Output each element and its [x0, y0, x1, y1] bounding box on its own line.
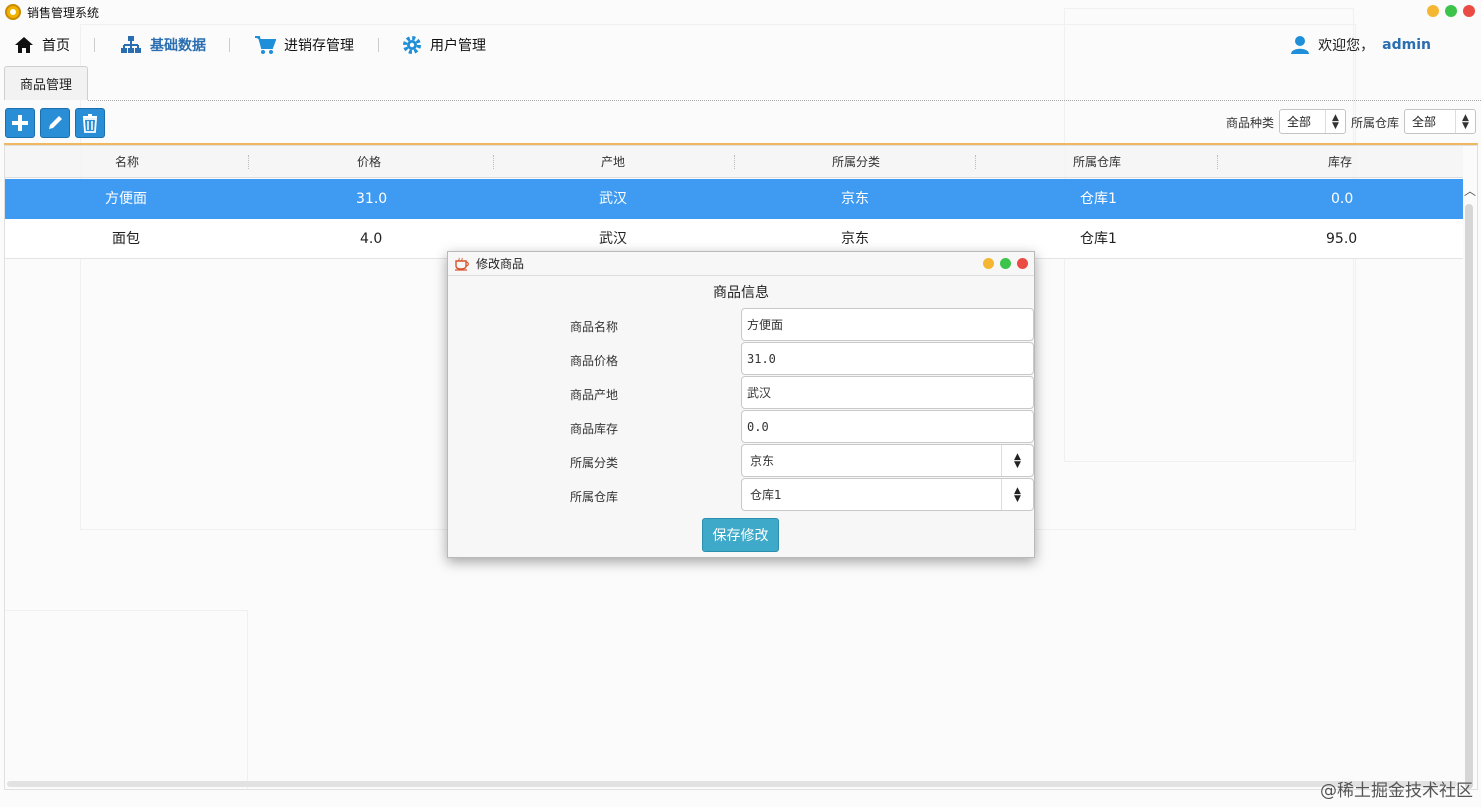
window-controls	[1427, 5, 1475, 17]
column-separator	[1217, 155, 1218, 169]
menu-separator	[94, 38, 95, 52]
select-arrows-icon: ▲ ▼	[1001, 479, 1033, 510]
category-select-value: 京东	[750, 454, 775, 468]
save-changes-button[interactable]: 保存修改	[702, 518, 779, 552]
product-origin-label: 商品产地	[570, 388, 619, 402]
cell-origin: 武汉	[599, 191, 627, 207]
edit-product-dialog: 修改商品 商品信息 商品名称 方便面 商品价格 31.0 商品产地 武汉 商品库…	[447, 251, 1035, 558]
scroll-up-icon[interactable]: ︿	[1464, 182, 1476, 199]
column-separator	[734, 155, 735, 169]
warehouse-select-label: 所属仓库	[570, 490, 619, 504]
coffee-cup-icon	[455, 257, 469, 271]
watermark: @稀土掘金技术社区	[1320, 781, 1473, 801]
vertical-scrollbar[interactable]: ︿	[1461, 178, 1477, 789]
product-price-label: 商品价格	[570, 354, 619, 368]
column-separator	[975, 155, 976, 169]
category-select-label: 所属分类	[570, 456, 619, 470]
cell-stock: 95.0	[1326, 231, 1358, 247]
category-filter-select[interactable]: 全部 ▲ ▼	[1279, 109, 1346, 134]
warehouse-select-value: 仓库1	[750, 488, 782, 502]
warehouse-filter-value: 全部	[1412, 115, 1437, 129]
title-bar: 销售管理系统	[0, 0, 1481, 24]
tab-divider	[88, 100, 1481, 101]
trash-icon	[83, 114, 97, 133]
select-arrows-icon: ▲ ▼	[1455, 110, 1475, 133]
home-icon	[15, 37, 33, 53]
column-header-name[interactable]: 名称	[115, 146, 139, 178]
menu-item-inventory[interactable]: 进销存管理	[254, 28, 354, 62]
cell-category: 京东	[841, 191, 869, 207]
scrollbar-thumb[interactable]	[7, 781, 1457, 787]
menu-separator	[229, 38, 230, 52]
product-stock-label: 商品库存	[570, 422, 619, 436]
dialog-maximize-button[interactable]	[1000, 258, 1011, 269]
menu-bar: 首页 基础数据 进销存管理 用户管理 欢迎您， admin	[0, 28, 1481, 62]
select-arrows-icon: ▲ ▼	[1001, 445, 1033, 476]
category-filter-value: 全部	[1287, 115, 1312, 129]
warehouse-select[interactable]: 仓库1 ▲ ▼	[741, 478, 1034, 511]
app-logo-icon	[5, 4, 21, 20]
welcome-area: 欢迎您， admin	[1290, 35, 1431, 55]
user-icon	[1291, 36, 1310, 54]
cell-warehouse: 仓库1	[1080, 191, 1117, 207]
menu-item-label: 首页	[42, 38, 70, 54]
tab-label: 商品管理	[19, 78, 72, 93]
delete-button[interactable]	[75, 108, 105, 138]
add-button[interactable]	[5, 108, 35, 138]
dialog-title: 修改商品	[476, 257, 525, 271]
plus-icon	[12, 115, 28, 131]
category-filter-label: 商品种类	[1226, 116, 1275, 130]
cell-name: 面包	[112, 231, 140, 247]
column-header-warehouse[interactable]: 所属仓库	[1073, 146, 1121, 178]
product-name-input[interactable]: 方便面	[741, 308, 1034, 341]
horizontal-scrollbar[interactable]	[5, 779, 1463, 789]
dialog-minimize-button[interactable]	[983, 258, 994, 269]
menu-item-base-data[interactable]: 基础数据	[120, 28, 206, 62]
scrollbar-thumb[interactable]	[1465, 204, 1473, 789]
table-row[interactable]: 方便面 31.0 武汉 京东 仓库1 0.0	[5, 179, 1463, 219]
menu-item-home[interactable]: 首页	[14, 28, 70, 62]
product-stock-input[interactable]: 0.0	[741, 410, 1034, 443]
minimize-button[interactable]	[1427, 5, 1439, 17]
dialog-heading: 商品信息	[713, 285, 769, 301]
column-header-price[interactable]: 价格	[357, 146, 381, 178]
warehouse-filter-select[interactable]: 全部 ▲ ▼	[1404, 109, 1476, 134]
dialog-window-controls	[983, 258, 1028, 269]
product-name-label: 商品名称	[570, 320, 619, 334]
menu-item-label: 用户管理	[430, 38, 486, 54]
edit-button[interactable]	[40, 108, 70, 138]
select-arrows-icon: ▲ ▼	[1325, 110, 1345, 133]
welcome-text: 欢迎您，	[1318, 38, 1375, 54]
product-price-input[interactable]: 31.0	[741, 342, 1034, 375]
column-header-origin[interactable]: 产地	[601, 146, 625, 178]
tab-product-management[interactable]: 商品管理	[4, 66, 88, 100]
cart-icon	[255, 36, 276, 54]
cell-price: 31.0	[356, 191, 388, 207]
column-separator	[493, 155, 494, 169]
warehouse-filter-label: 所属仓库	[1351, 116, 1400, 130]
product-origin-input[interactable]: 武汉	[741, 376, 1034, 409]
dialog-close-button[interactable]	[1017, 258, 1028, 269]
table-header: 名称 价格 产地 所属分类 所属仓库 库存	[5, 146, 1463, 178]
menu-item-users[interactable]: 用户管理	[402, 28, 486, 62]
cell-warehouse: 仓库1	[1080, 231, 1117, 247]
menu-item-label: 进销存管理	[284, 38, 354, 54]
app-title: 销售管理系统	[27, 5, 100, 20]
pencil-icon	[49, 116, 62, 129]
column-header-category[interactable]: 所属分类	[832, 146, 880, 178]
maximize-button[interactable]	[1445, 5, 1457, 17]
column-separator	[248, 155, 249, 169]
cell-name: 方便面	[105, 191, 147, 207]
hierarchy-icon	[121, 36, 141, 53]
gear-icon	[403, 36, 421, 54]
cell-stock: 0.0	[1331, 191, 1354, 207]
dialog-title-bar: 修改商品	[448, 252, 1034, 276]
username[interactable]: admin	[1382, 37, 1431, 53]
column-header-stock[interactable]: 库存	[1328, 146, 1352, 178]
close-button[interactable]	[1463, 5, 1475, 17]
menu-separator	[378, 38, 379, 52]
menu-item-label: 基础数据	[150, 38, 206, 54]
cell-price: 4.0	[360, 231, 383, 247]
category-select[interactable]: 京东 ▲ ▼	[741, 444, 1034, 477]
